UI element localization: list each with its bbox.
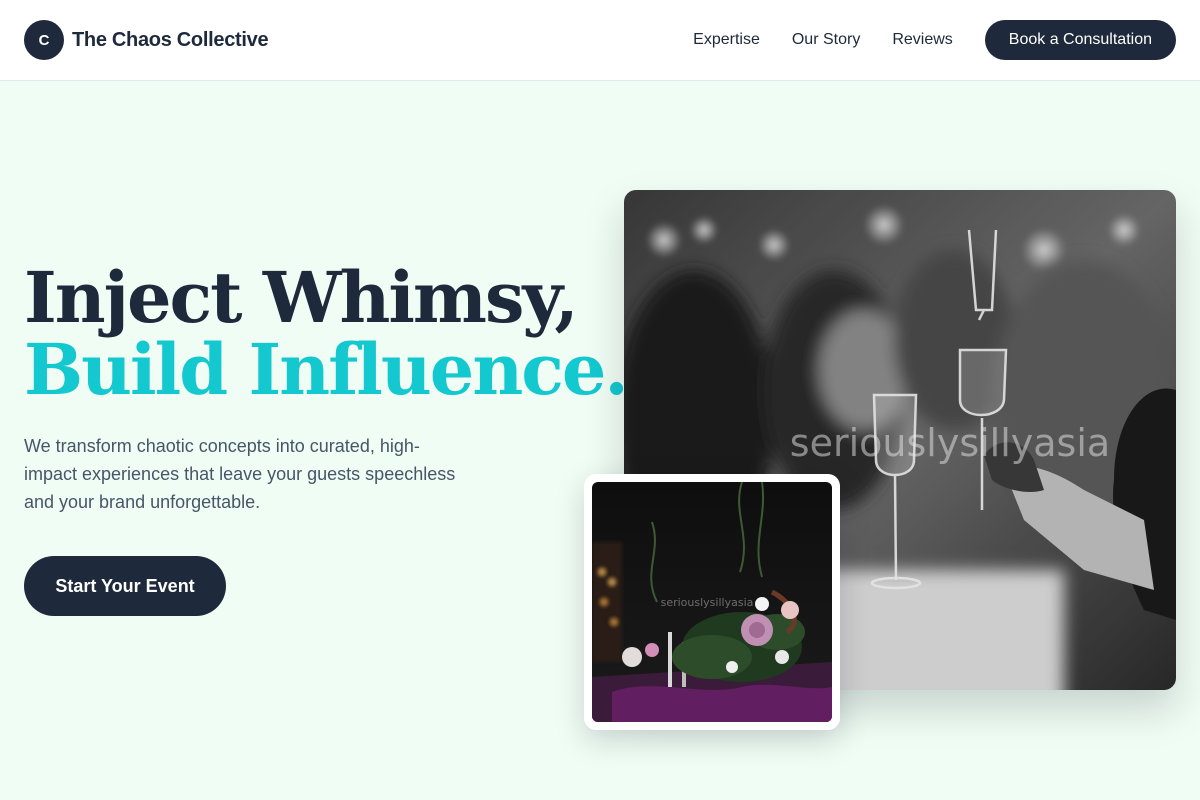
- hero-title: Inject Whimsy, Build Influence.: [24, 256, 629, 411]
- nav-menu: Expertise Our Story Reviews Book a Consu…: [693, 20, 1176, 60]
- nav-link-reviews[interactable]: Reviews: [892, 31, 952, 49]
- start-event-button[interactable]: Start Your Event: [24, 556, 226, 616]
- hero-subtitle: We transform chaotic concepts into curat…: [24, 436, 456, 512]
- brand-name: The Chaos Collective: [72, 28, 269, 51]
- top-navbar: C The Chaos Collective Expertise Our Sto…: [0, 0, 1200, 81]
- floral-centerpiece-photo: seriouslysillyasia: [592, 482, 832, 722]
- nav-link-expertise[interactable]: Expertise: [693, 31, 760, 49]
- hero-title-line2: Build Influence.: [24, 328, 629, 411]
- logo-badge: C: [24, 20, 64, 60]
- nav-link-our-story[interactable]: Our Story: [792, 31, 860, 49]
- book-consultation-button[interactable]: Book a Consultation: [984, 20, 1176, 60]
- main-photo-watermark: seriouslysillyasia: [790, 421, 1110, 465]
- hero-title-line1: Inject Whimsy,: [24, 256, 579, 339]
- small-photo-watermark: seriouslysillyasia: [661, 596, 754, 609]
- floral-photo-frame: seriouslysillyasia: [584, 474, 840, 730]
- brand-logo-link[interactable]: C The Chaos Collective: [24, 20, 269, 60]
